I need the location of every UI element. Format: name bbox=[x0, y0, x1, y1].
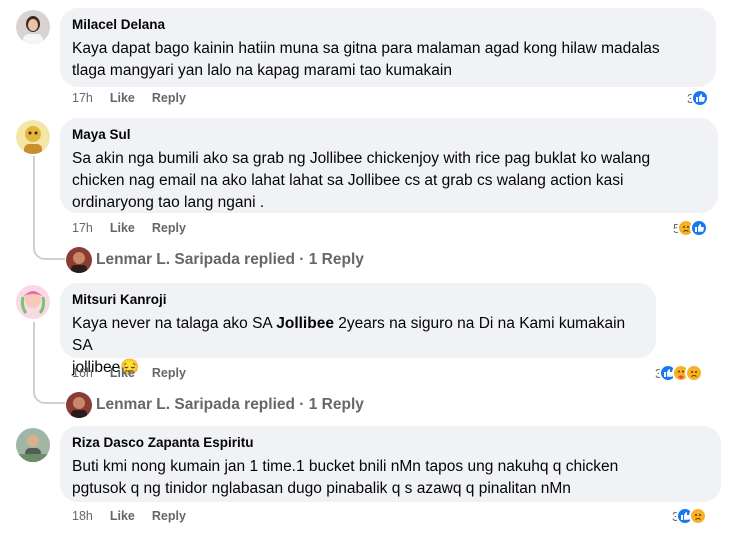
view-replies-link[interactable]: Lenmar L. Saripada replied · 1 Reply bbox=[96, 250, 364, 270]
thread-line bbox=[33, 322, 35, 372]
reply-button[interactable]: Reply bbox=[152, 221, 186, 235]
comment-author[interactable]: Riza Dasco Zapanta Espiritu bbox=[72, 434, 709, 452]
like-button[interactable]: Like bbox=[110, 509, 135, 523]
comment-text: Kaya dapat bago kainin hatiin muna sa gi… bbox=[72, 40, 660, 79]
sad-icon bbox=[689, 507, 708, 525]
comment-author[interactable]: Mitsuri Kanroji bbox=[72, 291, 644, 309]
comment-actions: 18h Like Reply bbox=[72, 509, 203, 523]
reply-button[interactable]: Reply bbox=[152, 91, 186, 105]
comment-bubble: Mitsuri Kanroji Kaya never na talaga ako… bbox=[60, 283, 656, 376]
avatar[interactable] bbox=[16, 120, 50, 154]
avatar[interactable] bbox=[66, 392, 92, 418]
reaction-summary[interactable]: 3 bbox=[687, 89, 710, 107]
reaction-summary[interactable]: 3 bbox=[655, 364, 704, 382]
like-icon bbox=[691, 89, 710, 107]
comment-author[interactable]: Milacel Delana bbox=[72, 16, 704, 34]
highlighted-word[interactable]: Jollibee bbox=[276, 315, 334, 332]
comment-timestamp[interactable]: 18h bbox=[72, 509, 93, 523]
like-button[interactable]: Like bbox=[110, 91, 135, 105]
comment-timestamp[interactable]: 17h bbox=[72, 221, 93, 235]
avatar[interactable] bbox=[16, 428, 50, 462]
avatar[interactable] bbox=[16, 285, 50, 319]
reaction-summary[interactable]: 5 bbox=[673, 219, 709, 237]
like-button[interactable]: Like bbox=[110, 366, 135, 380]
like-icon bbox=[690, 219, 709, 237]
comment-bubble: Maya Sul Sa akin nga bumili ako sa grab … bbox=[60, 118, 718, 213]
comment-bubble: Riza Dasco Zapanta Espiritu Buti kmi non… bbox=[60, 426, 721, 502]
avatar[interactable] bbox=[16, 10, 50, 44]
avatar[interactable] bbox=[66, 247, 92, 273]
comment-actions: 16h Like Reply bbox=[72, 366, 203, 380]
comment-actions: 17h Like Reply bbox=[72, 221, 203, 235]
comment-bubble: Milacel Delana Kaya dapat bago kainin ha… bbox=[60, 8, 716, 87]
reply-button[interactable]: Reply bbox=[152, 366, 186, 380]
view-replies-link[interactable]: Lenmar L. Saripada replied · 1 Reply bbox=[96, 395, 364, 415]
reply-button[interactable]: Reply bbox=[152, 509, 186, 523]
thread-line bbox=[33, 372, 65, 404]
reaction-summary[interactable]: 3 bbox=[672, 507, 708, 525]
thread-line bbox=[33, 156, 35, 228]
comment-timestamp[interactable]: 17h bbox=[72, 91, 93, 105]
comment-author[interactable]: Maya Sul bbox=[72, 126, 706, 144]
comment-text: Buti kmi nong kumain jan 1 time.1 bucket… bbox=[72, 458, 619, 497]
thread-line bbox=[33, 228, 65, 260]
like-button[interactable]: Like bbox=[110, 221, 135, 235]
sad-icon bbox=[685, 364, 704, 382]
comment-timestamp[interactable]: 16h bbox=[72, 366, 93, 380]
comment-text: Sa akin nga bumili ako sa grab ng Jollib… bbox=[72, 150, 651, 211]
comment-actions: 17h Like Reply bbox=[72, 91, 203, 105]
